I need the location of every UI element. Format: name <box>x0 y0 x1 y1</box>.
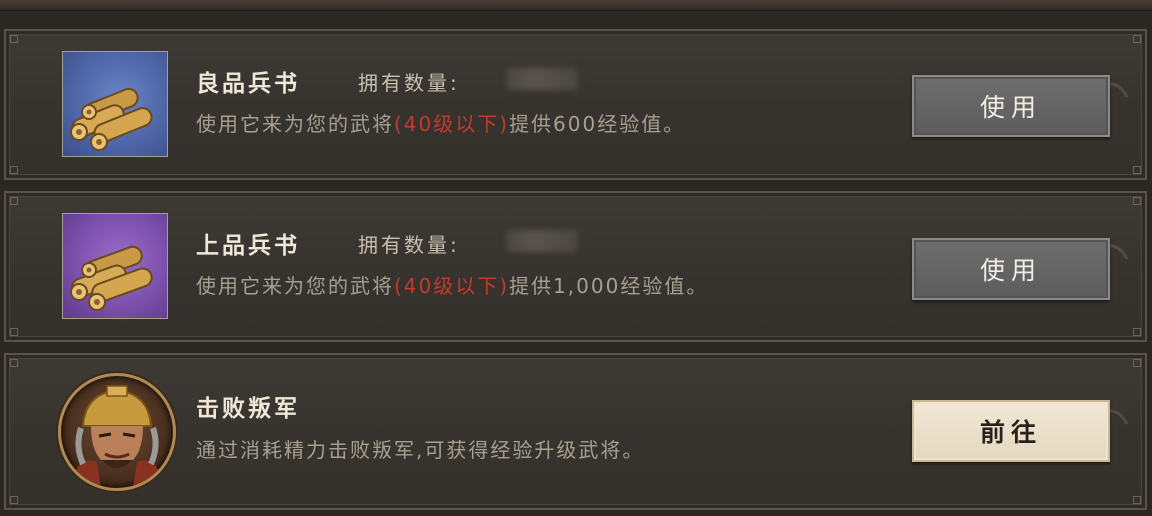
item-description: 使用它来为您的武将(40级以下)提供1,000经验值。 <box>196 270 708 299</box>
corner-ornament <box>10 35 18 43</box>
item-description: 使用它来为您的武将(40级以下)提供600经验值。 <box>196 108 685 137</box>
corner-ornament <box>10 359 18 367</box>
corner-ornament <box>1133 35 1141 43</box>
owned-count-label: 拥有数量: <box>358 233 460 257</box>
use-button-good-book[interactable]: 使用 <box>912 75 1110 137</box>
owned-count-value-blurred <box>506 230 578 252</box>
scroll-bundle-icon <box>62 51 168 157</box>
item-title: 击败叛军 <box>196 396 300 422</box>
item-title: 上品兵书 <box>196 233 300 259</box>
corner-ornament <box>10 496 18 504</box>
level-requirement: (40级以下) <box>394 112 510 136</box>
corner-ornament <box>1133 359 1141 367</box>
use-button-superior-book[interactable]: 使用 <box>912 238 1110 300</box>
corner-ornament <box>1133 496 1141 504</box>
corner-ornament <box>1133 197 1141 205</box>
go-button-defeat-rebels[interactable]: 前往 <box>912 400 1110 462</box>
rebel-general-avatar <box>58 373 176 491</box>
corner-ornament <box>10 197 18 205</box>
experience-items-window: 良品兵书 拥有数量: 使用它来为您的武将(40级以下)提供600经验值。 使用 <box>0 0 1152 516</box>
corner-ornament <box>10 328 18 336</box>
desc-prefix: 使用它来为您的武将 <box>196 112 394 136</box>
item-title: 良品兵书 <box>196 71 300 97</box>
desc-suffix: 提供600经验值。 <box>509 112 686 136</box>
corner-ornament <box>1133 328 1141 336</box>
level-requirement: (40级以下) <box>394 274 510 298</box>
corner-ornament <box>10 166 18 174</box>
desc-prefix: 使用它来为您的武将 <box>196 274 394 298</box>
desc-suffix: 提供1,000经验值。 <box>509 274 709 298</box>
top-frame-bar <box>0 0 1152 11</box>
corner-ornament <box>1133 166 1141 174</box>
owned-count-value-blurred <box>506 68 578 90</box>
scroll-bundle-icon <box>62 213 168 319</box>
item-description: 通过消耗精力击败叛军,可获得经验升级武将。 <box>196 438 645 462</box>
owned-count-label: 拥有数量: <box>358 71 460 95</box>
